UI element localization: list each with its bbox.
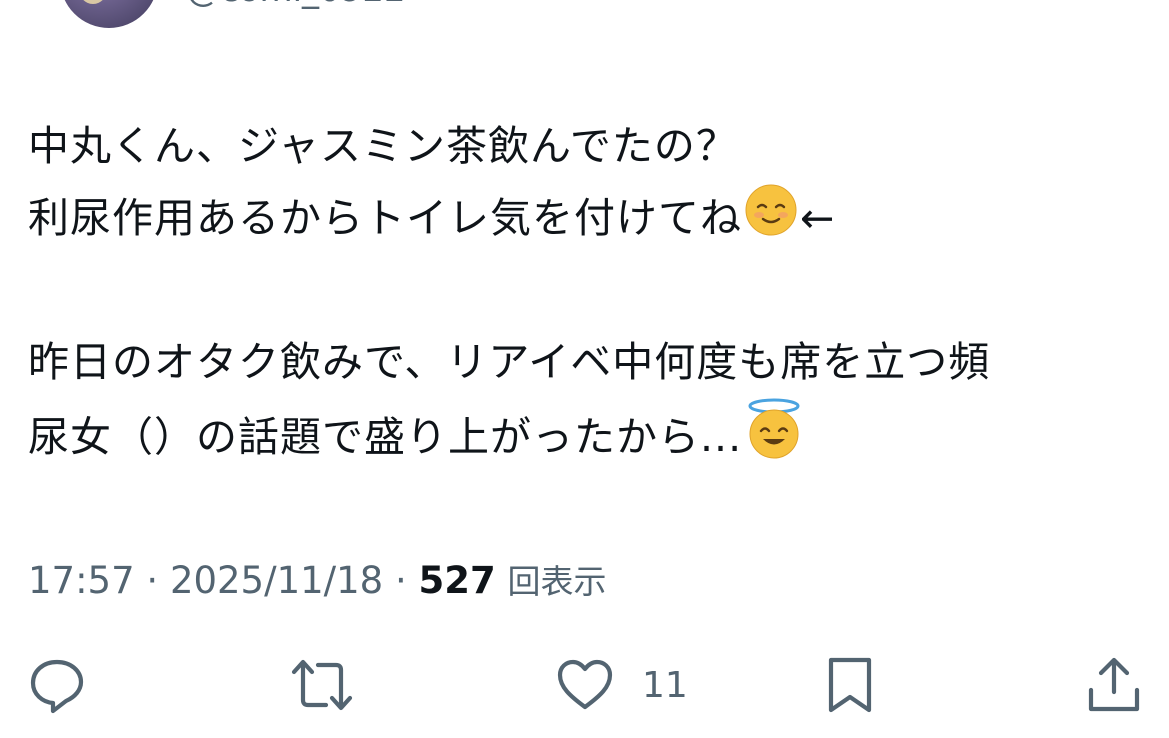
tweet-line: 中丸くん、ジャスミン茶飲んでたの？ xyxy=(28,122,738,170)
tweet-text: 中丸くん、ジャスミン茶飲んでたの？ 利尿作用あるからトイレ気を付けてね ← 昨日… xyxy=(28,110,1148,470)
heart-icon xyxy=(557,659,613,710)
bookmark-icon xyxy=(828,657,872,713)
avatar[interactable] xyxy=(60,0,158,28)
meta-separator: · xyxy=(394,559,407,602)
retweet-icon xyxy=(291,659,353,711)
tweet-meta: 17:57 · 2025/11/18 · 527 回表示 xyxy=(28,556,607,606)
like-count: 11 xyxy=(642,664,688,706)
reply-button[interactable] xyxy=(28,650,86,720)
tweet-line: 昨日のオタク飲みで、リアイベ中何度も席を立つ頻 xyxy=(28,338,991,386)
tweet-time[interactable]: 17:57 xyxy=(28,559,135,602)
smiling-face-emoji xyxy=(744,183,798,259)
like-button[interactable]: 11 xyxy=(556,650,688,720)
author-handle[interactable]: @comi_0922 xyxy=(186,0,406,10)
meta-separator: · xyxy=(146,559,159,602)
views-count: 527 xyxy=(418,559,496,602)
views-label: 回表示 xyxy=(507,562,607,601)
tweet-line: 利尿作用あるからトイレ気を付けてね ← xyxy=(28,182,1148,254)
avatar-art xyxy=(78,0,108,4)
retweet-button[interactable] xyxy=(290,650,354,720)
angel-face-emoji xyxy=(744,398,804,482)
tweet-line: 尿女（）の話題で盛り上がったから... xyxy=(28,398,1148,470)
share-icon xyxy=(1088,657,1140,712)
share-button[interactable] xyxy=(1086,650,1142,720)
action-bar: 11 xyxy=(0,650,1169,720)
tweet-date[interactable]: 2025/11/18 xyxy=(170,559,383,602)
bookmark-button[interactable] xyxy=(826,650,874,720)
reply-icon xyxy=(30,659,84,714)
